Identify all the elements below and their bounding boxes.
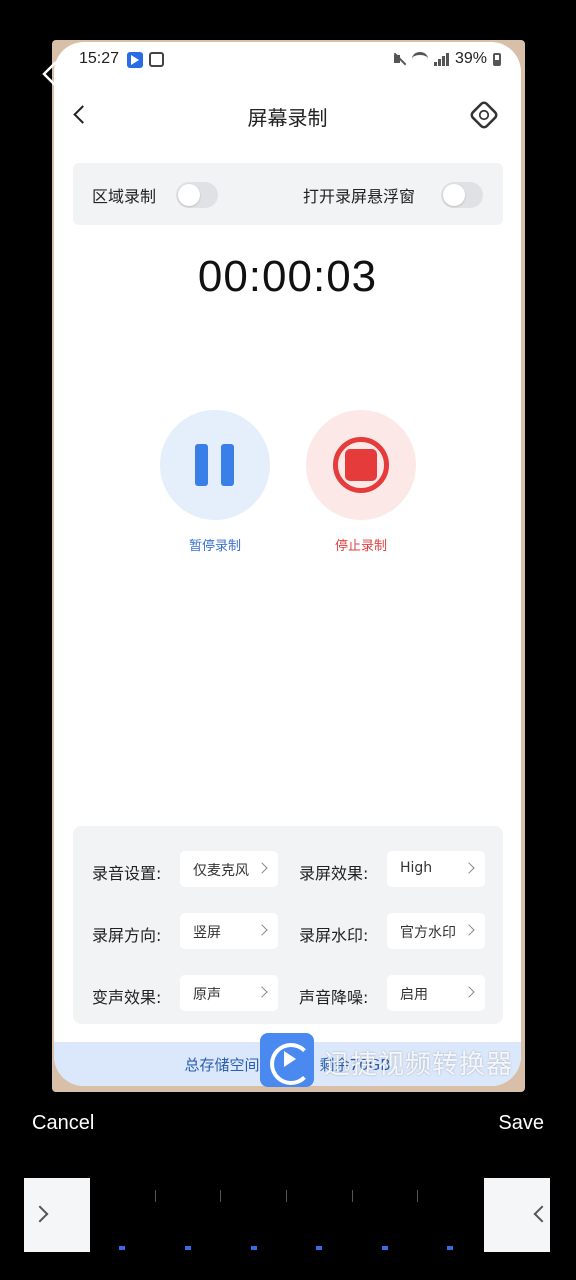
watermark-setting-select[interactable]: 官方水印	[387, 913, 485, 949]
setting-label: 变声效果:	[92, 988, 162, 1007]
watermark-text: 迅捷视频转换器	[324, 1050, 514, 1080]
audio-setting-select[interactable]: 仅麦克风	[180, 851, 278, 887]
video-filmstrip[interactable]	[0, 1176, 576, 1254]
cancel-button[interactable]: Cancel	[32, 1112, 94, 1135]
floating-window-switch[interactable]	[441, 182, 483, 208]
region-record-label: 区域录制	[92, 187, 157, 206]
battery-icon	[493, 52, 501, 66]
app-header: 屏幕录制	[54, 90, 521, 140]
orientation-setting-select[interactable]: 竖屏	[180, 913, 278, 949]
chevron-right-icon	[31, 1205, 49, 1223]
recorder-app-icon	[127, 52, 143, 68]
wifi-icon	[411, 52, 428, 66]
watermark-logo-icon	[260, 1033, 314, 1087]
trim-end-handle[interactable]	[484, 1178, 551, 1252]
setting-value: 仅麦克风	[193, 863, 249, 879]
chevron-right-icon	[463, 862, 475, 874]
noise-reduction-select[interactable]: 启用	[387, 975, 485, 1011]
quality-setting-select[interactable]: High	[387, 851, 485, 887]
toggle-card: 区域录制 打开录屏悬浮窗	[73, 163, 503, 225]
pause-record-label: 暂停录制	[188, 539, 241, 554]
setting-label: 录屏效果:	[299, 864, 369, 883]
setting-value: High	[400, 860, 433, 876]
stop-record-button[interactable]	[306, 410, 416, 520]
recorded-screen: 15:27 39% 屏幕录制 区域录制 打开录屏悬浮窗 00:00:03 暂停录…	[54, 42, 521, 1086]
pause-icon	[195, 444, 208, 486]
stop-record-label: 停止录制	[334, 539, 387, 554]
battery-percent: 39%	[454, 50, 487, 67]
status-bar: 15:27 39%	[54, 42, 521, 78]
chevron-left-icon	[533, 1205, 551, 1223]
save-button[interactable]: Save	[498, 1112, 544, 1135]
setting-label: 录屏水印:	[299, 926, 369, 945]
chevron-right-icon	[256, 924, 268, 936]
chevron-left-icon[interactable]	[38, 58, 62, 90]
gallery-icon	[149, 52, 164, 67]
chevron-right-icon	[256, 986, 268, 998]
floating-window-label: 打开录屏悬浮窗	[303, 187, 416, 206]
voice-effect-select[interactable]: 原声	[180, 975, 278, 1011]
mute-icon	[392, 52, 406, 66]
chevron-right-icon	[463, 924, 475, 936]
signal-icon	[433, 52, 449, 66]
setting-value: 竖屏	[193, 925, 221, 941]
chevron-right-icon	[463, 986, 475, 998]
setting-label: 声音降噪:	[299, 988, 369, 1007]
pause-record-button[interactable]	[160, 410, 270, 520]
setting-label: 录音设置:	[92, 864, 162, 883]
page-title: 屏幕录制	[247, 106, 328, 130]
record-timer: 00:00:03	[197, 252, 378, 301]
region-record-switch[interactable]	[176, 182, 218, 208]
setting-value: 启用	[400, 987, 428, 1003]
chevron-right-icon	[256, 862, 268, 874]
setting-label: 录屏方向:	[92, 926, 162, 945]
setting-value: 官方水印	[400, 925, 456, 941]
trim-start-handle[interactable]	[24, 1178, 90, 1252]
setting-value: 原声	[193, 987, 221, 1003]
settings-card: 录音设置: 仅麦克风 录屏效果: High 录屏方向: 竖屏 录屏水印: 官方水…	[73, 826, 503, 1024]
status-time: 15:27	[79, 50, 120, 67]
